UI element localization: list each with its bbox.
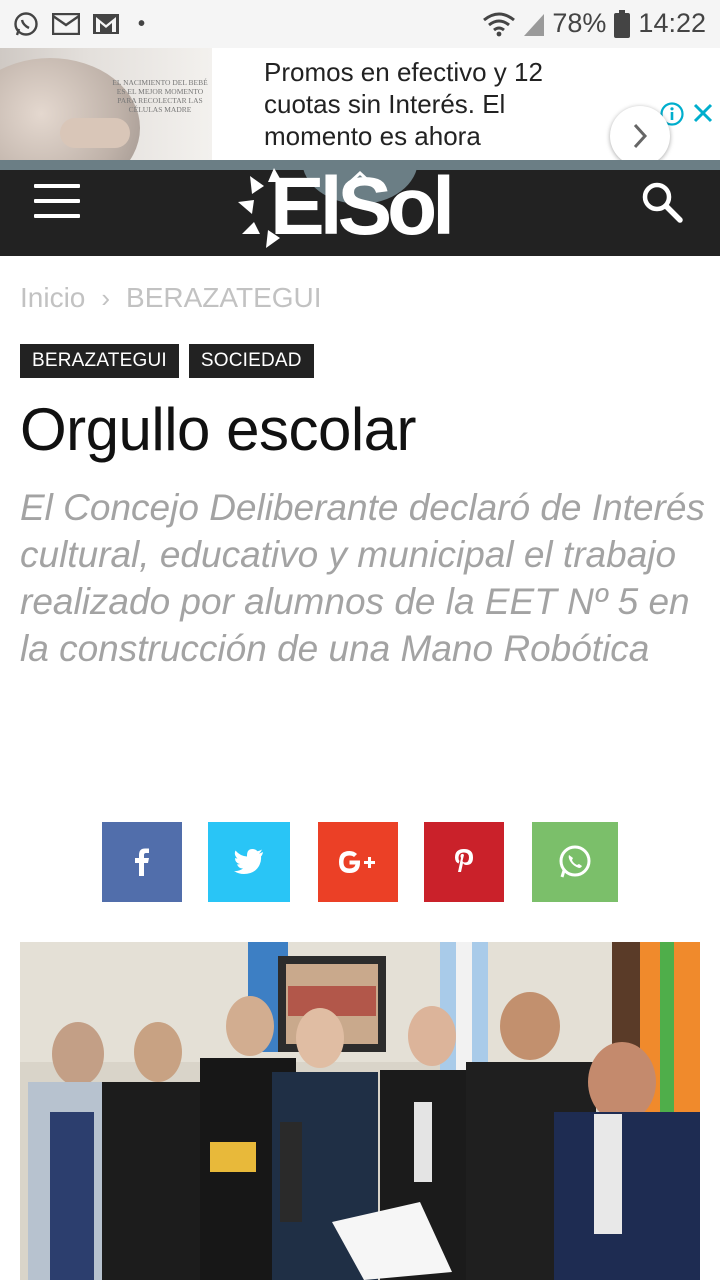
mail-icon bbox=[52, 10, 80, 38]
ad-next-button[interactable] bbox=[610, 106, 670, 166]
battery-icon bbox=[614, 9, 631, 38]
wifi-icon bbox=[483, 12, 516, 36]
close-icon[interactable] bbox=[692, 102, 714, 124]
notification-dot: • bbox=[138, 12, 146, 35]
clock: 14:22 bbox=[638, 8, 706, 38]
chevron-right-icon bbox=[633, 123, 648, 149]
twitter-share-button[interactable] bbox=[208, 822, 290, 902]
article-photo-illustration bbox=[20, 942, 700, 1280]
article-title: Orgullo escolar bbox=[20, 396, 417, 463]
pinterest-share-button[interactable] bbox=[424, 822, 504, 902]
tag-sociedad[interactable]: SOCIEDAD bbox=[188, 344, 314, 378]
breadcrumb-home[interactable]: Inicio bbox=[20, 282, 85, 314]
ad-image[interactable]: EL NACIMIENTO DEL BEBÉ ES EL MEJOR MOMEN… bbox=[0, 48, 212, 160]
facebook-share-button[interactable] bbox=[102, 822, 182, 902]
search-icon[interactable] bbox=[638, 178, 686, 226]
ad-image-text: EL NACIMIENTO DEL BEBÉ ES EL MEJOR MOMEN… bbox=[112, 78, 208, 114]
facebook-icon bbox=[135, 848, 149, 876]
status-bar: • 78% 14:22 bbox=[0, 0, 720, 48]
article-photo[interactable] bbox=[20, 942, 700, 1280]
breadcrumb: Inicio › BERAZATEGUI bbox=[20, 282, 322, 314]
google-plus-icon bbox=[339, 851, 375, 873]
breadcrumb-current[interactable]: BERAZATEGUI bbox=[126, 282, 322, 314]
logo-text: ElSol bbox=[270, 161, 455, 252]
battery-percent: 78% bbox=[552, 8, 607, 38]
site-logo[interactable]: ElSol bbox=[236, 164, 492, 250]
article-subtitle: El Concejo Deliberante declaró de Interé… bbox=[20, 487, 705, 669]
whatsapp-icon bbox=[559, 845, 591, 878]
whatsapp-share-button[interactable] bbox=[532, 822, 618, 902]
tag-berazategui[interactable]: BERAZATEGUI bbox=[20, 344, 179, 378]
twitter-icon bbox=[234, 849, 263, 874]
pinterest-icon bbox=[455, 849, 473, 872]
ad-banner[interactable]: EL NACIMIENTO DEL BEBÉ ES EL MEJOR MOMEN… bbox=[0, 48, 720, 166]
category-tags: BERAZATEGUI SOCIEDAD bbox=[20, 344, 314, 378]
breadcrumb-separator: › bbox=[101, 282, 111, 313]
google-plus-share-button[interactable] bbox=[318, 822, 398, 902]
gmail-icon bbox=[92, 10, 120, 38]
signal-icon bbox=[524, 13, 545, 36]
hamburger-menu-icon[interactable] bbox=[34, 184, 82, 220]
whatsapp-icon bbox=[12, 10, 40, 38]
ad-text[interactable]: Promos en efectivo y 12 cuotas sin Inter… bbox=[264, 56, 604, 152]
